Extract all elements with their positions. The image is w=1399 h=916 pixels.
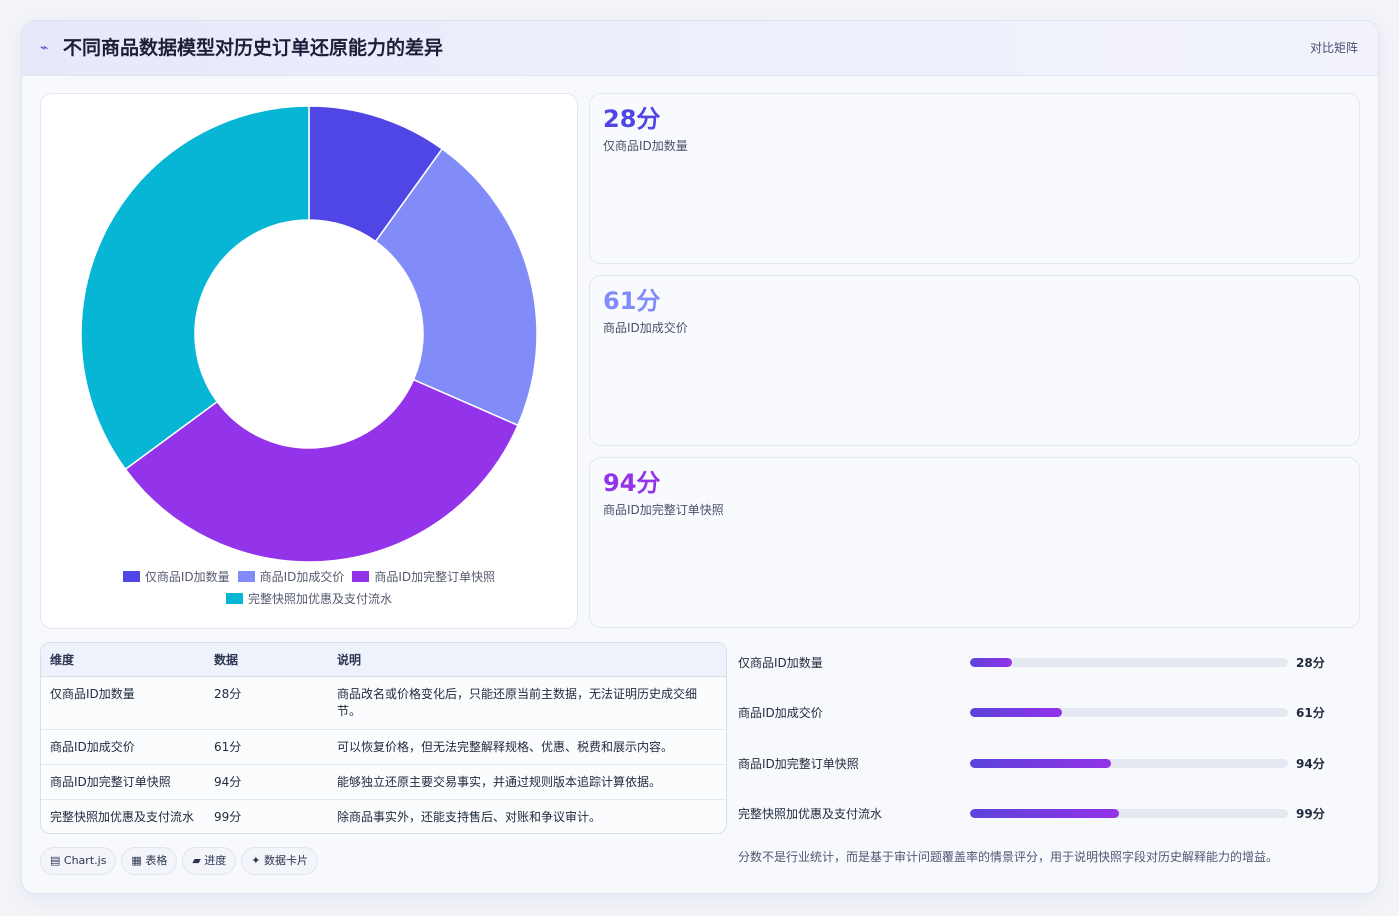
card-header: ⌁ 不同商品数据模型对历史订单还原能力的差异 对比矩阵 <box>22 21 1378 76</box>
progress-row: 仅商品ID加数量 28分 <box>738 651 1358 675</box>
table-cell: 61分 <box>205 729 328 765</box>
progress-track <box>970 708 1288 717</box>
column-header: 维度 <box>41 643 205 677</box>
progress-track <box>970 658 1288 667</box>
progress-label: 商品ID加完整订单快照 <box>738 757 859 771</box>
table-cell: 94分 <box>205 764 328 800</box>
progress-value: 99分 <box>1296 807 1325 821</box>
donut-chart <box>80 105 538 563</box>
tag-data-cards[interactable]: ✦ 数据卡片 <box>241 847 319 875</box>
table-cell: 仅商品ID加数量 <box>41 676 205 730</box>
table-cell: 商品ID加完整订单快照 <box>41 764 205 800</box>
table-cell: 99分 <box>214 810 242 824</box>
progress-fill <box>970 809 1119 818</box>
kpi-label: 商品ID加成交价 <box>603 321 688 335</box>
tag-chartjs[interactable]: ▤ Chart.js <box>40 847 117 875</box>
kpi-value: 28分 <box>603 105 661 133</box>
data-table: 维度 数据 说明 仅商品ID加数量 28分 商品改名或价格变化后，只能还原当前主… <box>41 643 726 834</box>
progress-row: 商品ID加完整订单快照 94分 <box>738 752 1358 776</box>
legend-swatch <box>352 571 370 582</box>
legend-label: 仅商品ID加数量 <box>144 570 230 584</box>
table-row: 仅商品ID加数量 28分 商品改名或价格变化后，只能还原当前主数据，无法证明历史… <box>41 676 726 730</box>
table-cell: 可以恢复价格，但无法完整解释规格、优惠、税费和展示内容。 <box>328 729 726 765</box>
donut-slice-4[interactable] <box>80 105 310 471</box>
legend-swatch <box>237 571 255 582</box>
kpi-label: 仅商品ID加数量 <box>603 139 688 153</box>
table-row: 商品ID加完整订单快照 94分 能够独立还原主要交易事实，并通过规则版本追踪计算… <box>41 764 726 800</box>
tag-label: 数据卡片 <box>264 854 309 867</box>
table-cell: 商品ID加成交价 <box>41 729 205 765</box>
sparkle-icon: ✦ <box>251 854 261 867</box>
table-row: 完整快照加优惠及支付流水 99分 除商品事实外，还能支持售后、对账和争议审计。 <box>41 800 726 834</box>
legend-swatch <box>122 571 140 582</box>
legend-item[interactable]: 完整快照加优惠及支付流水 <box>225 588 392 610</box>
legend-item[interactable]: 商品ID加完整订单快照 <box>352 566 495 588</box>
progress-fill <box>970 708 1062 717</box>
tag-list: ▤ Chart.js ▦ 表格 ▰ 进度 ✦ 数据卡片 <box>40 847 323 875</box>
kpi-card-3: 94分 商品ID加完整订单快照 <box>589 457 1360 628</box>
kpi-card-1: 28分 仅商品ID加数量 <box>589 93 1360 264</box>
kpi-card-2: 61分 商品ID加成交价 <box>589 275 1360 446</box>
kpi-label: 商品ID加完整订单快照 <box>603 503 724 517</box>
table-cell: 能够独立还原主要交易事实，并通过规则版本追踪计算依据。 <box>328 764 726 800</box>
progress-label: 仅商品ID加数量 <box>738 656 823 670</box>
column-header: 数据 <box>205 643 328 677</box>
data-table-panel: 维度 数据 说明 仅商品ID加数量 28分 商品改名或价格变化后，只能还原当前主… <box>40 642 727 834</box>
progress-fill <box>970 759 1111 768</box>
chart-icon: ▤ <box>50 854 61 867</box>
tag-label: 进度 <box>204 854 227 867</box>
progress-label: 完整快照加优惠及支付流水 <box>738 807 883 821</box>
table-row: 商品ID加成交价 61分 可以恢复价格，但无法完整解释规格、优惠、税费和展示内容… <box>41 729 726 765</box>
progress-icon: ▰ <box>192 854 201 867</box>
kpi-value: 94分 <box>603 469 661 497</box>
legend-swatch <box>225 593 243 604</box>
legend-label: 商品ID加完整订单快照 <box>374 570 496 584</box>
table-icon: ▦ <box>131 854 142 867</box>
page-title: 不同商品数据模型对历史订单还原能力的差异 <box>63 37 444 59</box>
table-header-row: 维度 数据 说明 <box>41 643 726 677</box>
report-card: ⌁ 不同商品数据模型对历史订单还原能力的差异 对比矩阵 仅商品ID加数量 商品ID… <box>21 20 1379 894</box>
progress-track <box>970 759 1288 768</box>
sparkline-icon: ⌁ <box>40 40 49 56</box>
legend-label: 完整快照加优惠及支付流水 <box>247 592 392 606</box>
chart-legend: 仅商品ID加数量 商品ID加成交价 商品ID加完整订单快照完整快照加优惠及支付流水 <box>51 566 567 610</box>
table-cell: 商品改名或价格变化后，只能还原当前主数据，无法证明历史成交细节。 <box>328 676 726 730</box>
kpi-value: 61分 <box>603 287 661 315</box>
progress-value: 94分 <box>1296 757 1325 771</box>
table-cell: 28分 <box>205 676 328 730</box>
legend-item[interactable]: 仅商品ID加数量 <box>122 566 230 588</box>
progress-value: 28分 <box>1296 656 1325 670</box>
donut-chart-panel: 仅商品ID加数量 商品ID加成交价 商品ID加完整订单快照完整快照加优惠及支付流水 <box>40 93 578 629</box>
progress-label: 商品ID加成交价 <box>738 706 823 720</box>
footnote: 分数不是行业统计，而是基于审计问题覆盖率的情景评分，用于说明快照字段对历史解释能… <box>738 850 1279 864</box>
progress-fill <box>970 658 1012 667</box>
progress-value: 61分 <box>1296 706 1325 720</box>
tag-label: 表格 <box>145 854 168 867</box>
tag-progress[interactable]: ▰ 进度 <box>182 847 237 875</box>
table-cell: 完整快照加优惠及支付流水 <box>50 810 195 824</box>
legend-label: 商品ID加成交价 <box>259 570 345 584</box>
comparison-matrix-label: 对比矩阵 <box>1309 41 1358 55</box>
tag-table[interactable]: ▦ 表格 <box>121 847 178 875</box>
progress-track <box>970 809 1288 818</box>
column-header: 说明 <box>328 643 726 677</box>
progress-row: 完整快照加优惠及支付流水 99分 <box>738 802 1358 826</box>
table-cell: 除商品事实外，还能支持售后、对账和争议审计。 <box>337 810 602 824</box>
tag-label: Chart.js <box>63 854 107 867</box>
legend-item[interactable]: 商品ID加成交价 <box>237 566 345 588</box>
progress-row: 商品ID加成交价 61分 <box>738 701 1358 725</box>
